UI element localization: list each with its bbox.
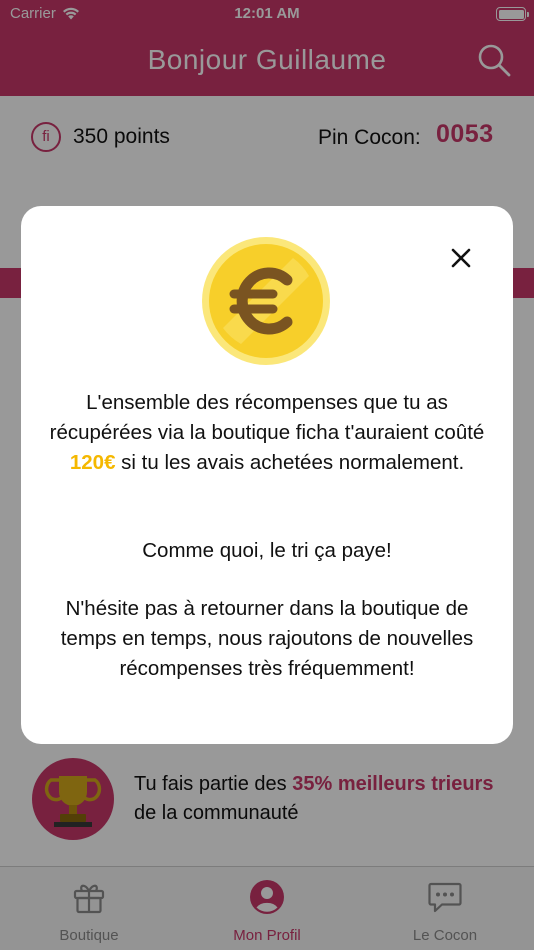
savings-modal: L'ensemble des récompenses que tu as réc… xyxy=(21,206,513,744)
invitation-text: N'hésite pas à retourner dans la boutiqu… xyxy=(60,597,474,680)
close-icon[interactable] xyxy=(447,244,475,272)
euro-coin-icon xyxy=(202,237,330,365)
slogan-text: Comme quoi, le tri ça paye! xyxy=(142,539,392,562)
savings-text-after: si tu les avais achetées normalement. xyxy=(115,451,465,474)
savings-paragraph: L'ensemble des récompenses que tu as réc… xyxy=(41,388,493,478)
savings-text-before: L'ensemble des récompenses que tu as réc… xyxy=(49,391,485,444)
savings-amount: 120€ xyxy=(69,451,116,474)
